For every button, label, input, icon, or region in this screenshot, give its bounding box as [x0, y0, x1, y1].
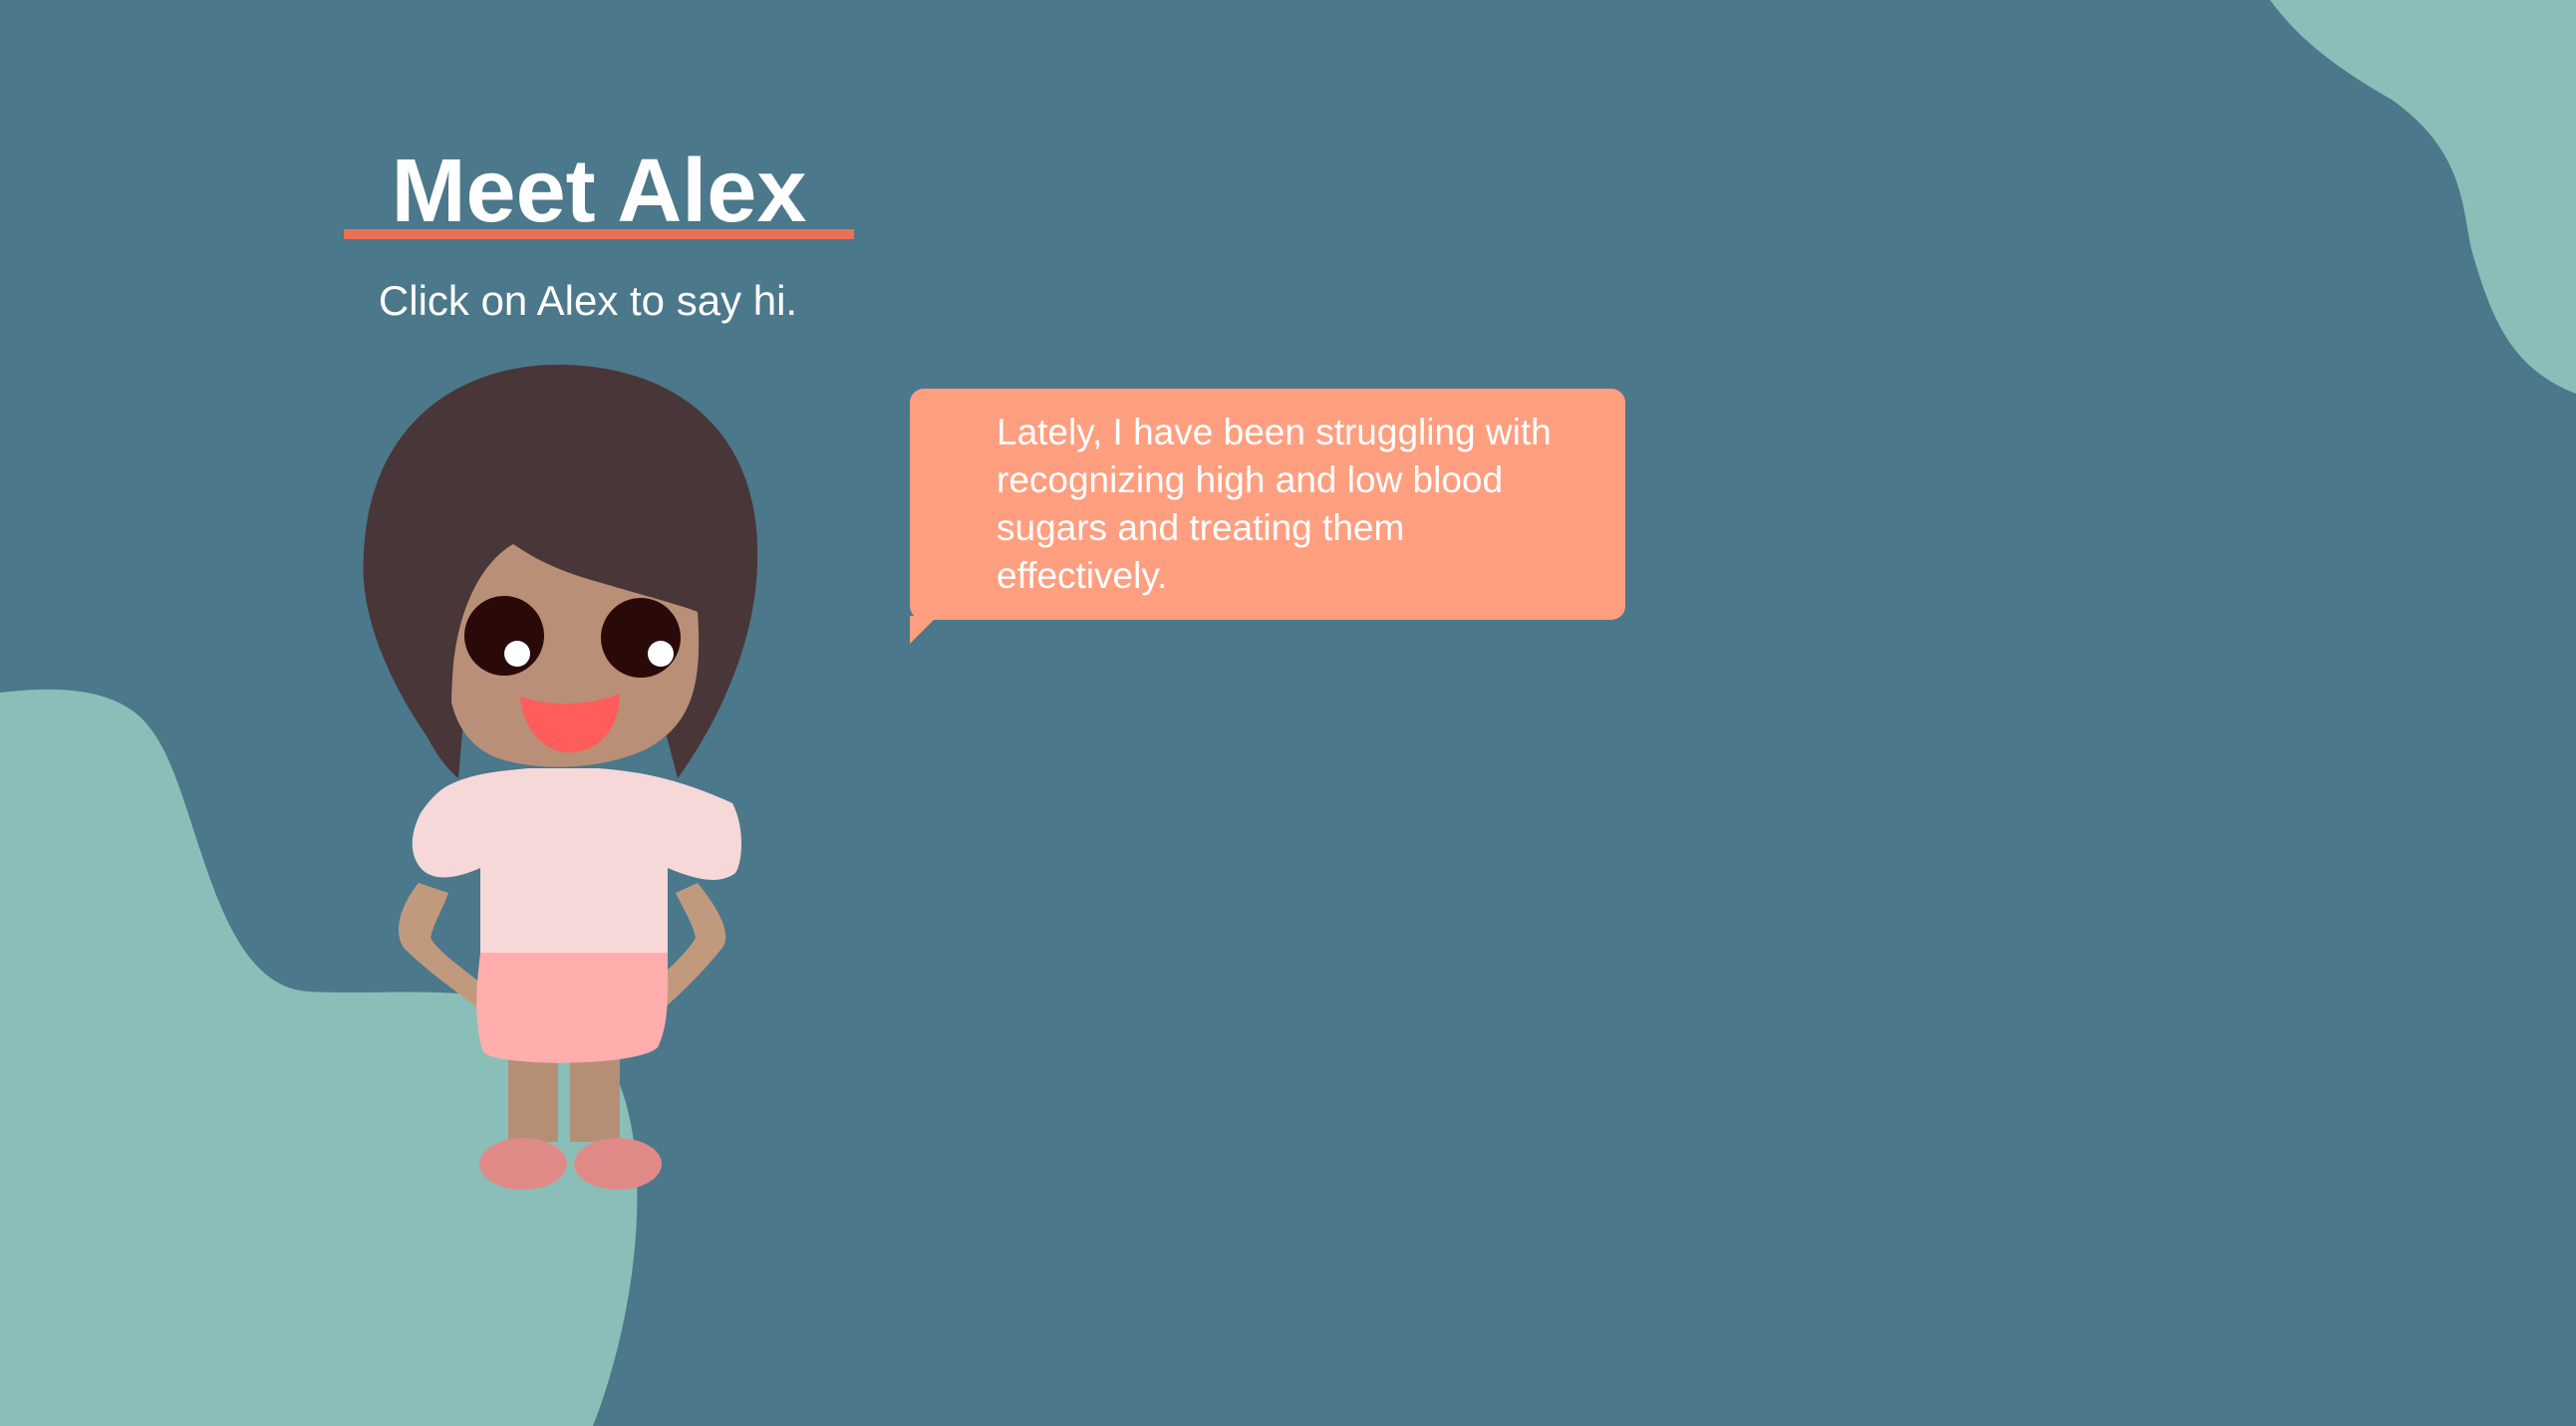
right-eye [601, 598, 681, 678]
right-shoe [574, 1138, 662, 1190]
left-eye-highlight [504, 641, 530, 667]
right-eye-highlight [648, 641, 674, 667]
right-leg [570, 1052, 620, 1142]
alex-character[interactable] [359, 365, 757, 1202]
speech-bubble-tail [910, 616, 938, 644]
speech-bubble: Lately, I have been struggling with reco… [910, 389, 1625, 620]
left-leg [508, 1052, 558, 1142]
left-shoe [479, 1138, 567, 1190]
page-subtitle: Click on Alex to say hi. [378, 277, 798, 324]
title-underline [344, 229, 854, 239]
left-eye [464, 596, 544, 676]
skirt [476, 953, 669, 1063]
speech-bubble-text: Lately, I have been struggling with reco… [997, 412, 1552, 596]
top-right-blob [2270, 0, 2576, 394]
